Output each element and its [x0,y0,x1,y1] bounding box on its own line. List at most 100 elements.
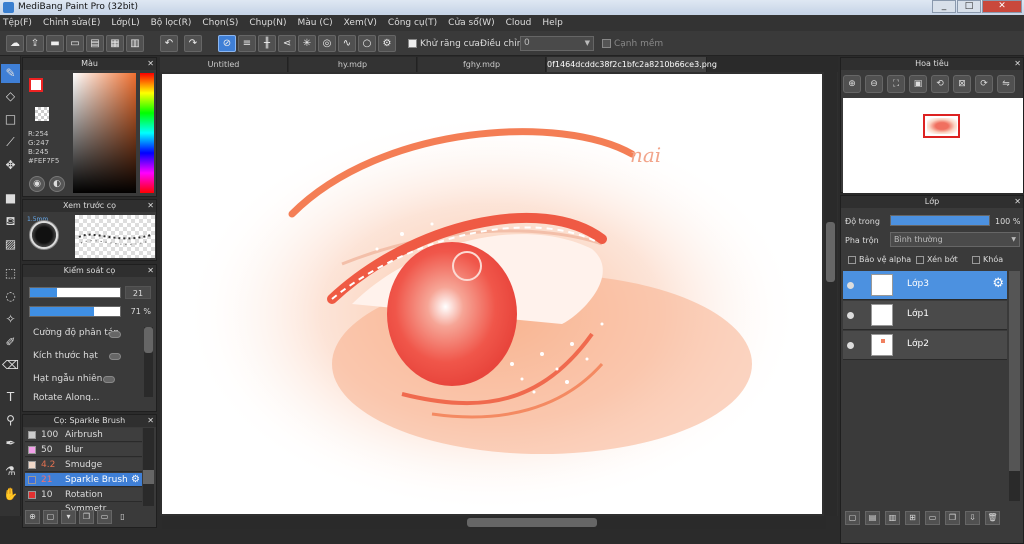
control-scrollbar[interactable] [144,327,153,397]
navigator-thumbnail[interactable] [843,98,1023,193]
brush-copy-icon[interactable]: ❐ [79,510,94,524]
folder-icon[interactable]: ▭ [97,510,112,524]
edge-checkbox[interactable] [602,39,611,48]
correction-select[interactable]: 0 ▼ [520,36,594,51]
no-snap-icon[interactable]: ⊘ [218,35,236,52]
canvas-area[interactable]: nai [160,72,838,516]
settings-icon[interactable]: ⚙ [378,35,396,52]
cloud-icon[interactable]: ☁ [6,35,24,52]
control-scroll-thumb[interactable] [144,327,153,353]
redo-icon[interactable]: ↷ [184,35,202,52]
brush-scrollbar[interactable] [143,428,154,506]
tab-fghy[interactable]: fghy.mdp [418,57,546,72]
menu-select[interactable]: Chọn(S) [202,18,238,28]
color-wheel-icon[interactable]: ◐ [49,176,65,192]
saturation-value-picker[interactable] [73,73,136,193]
layer-scrollbar[interactable] [1009,271,1020,501]
select-pen-tool-icon[interactable]: ✐ [1,333,20,352]
add-brush-icon[interactable]: ⊕ [25,510,40,524]
brush-scroll-thumb[interactable] [143,470,154,484]
vanishing-snap-icon[interactable]: ⋖ [278,35,296,52]
export-icon[interactable]: ⇪ [26,35,44,52]
fit-icon[interactable]: ⛶ [887,75,905,93]
gear-icon[interactable]: ⚙ [131,473,140,487]
menu-window[interactable]: Cửa sổ(W) [448,18,494,28]
menu-layer[interactable]: Lớp(L) [111,18,139,28]
new-brush-icon[interactable]: ▢ [43,510,58,524]
parallel-snap-icon[interactable]: ≡ [238,35,256,52]
rotate-right-icon[interactable]: ⟳ [975,75,993,93]
rotate-left-icon[interactable]: ⟲ [931,75,949,93]
protect-alpha-checkbox[interactable] [848,256,856,264]
brush-size-value[interactable]: 21 [125,286,151,299]
foreground-color-swatch[interactable] [29,78,43,92]
menu-help[interactable]: Help [542,18,563,28]
duplicate-layer-icon[interactable]: ❐ [945,511,960,525]
move-tool-icon[interactable]: ✥ [1,156,20,175]
minimize-button[interactable]: _ [932,0,956,13]
brush-menu-icon[interactable]: ▾ [61,510,76,524]
actual-size-icon[interactable]: ▣ [909,75,927,93]
eraser-tool-icon[interactable]: ◇ [1,87,20,106]
flip-icon[interactable]: ⇋ [997,75,1015,93]
circle-snap-icon[interactable]: ◎ [318,35,336,52]
close-button[interactable]: ✕ [982,0,1022,13]
menu-tools[interactable]: Công cụ(T) [388,18,437,28]
cross-snap-icon[interactable]: ╫ [258,35,276,52]
tab-untitled[interactable]: Untitled [160,57,288,72]
panel-close-icon[interactable]: ✕ [1014,196,1021,208]
add-layer-menu-icon[interactable]: ⊞ [905,511,920,525]
menu-snap[interactable]: Chụp(N) [249,18,286,28]
reset-view-icon[interactable]: ⊠ [953,75,971,93]
pen-tool-icon[interactable]: ✒ [1,434,20,453]
tab-png[interactable]: 0f1464dcddc38f2c1bfc2a8210b66ce3.png [547,57,717,72]
panel-close-icon[interactable]: ✕ [147,200,154,212]
hand-tool-icon[interactable]: ✋ [1,485,20,504]
grid-icon[interactable]: ▦ [106,35,124,52]
eyedropper-tool-icon[interactable]: ⚗ [1,462,20,481]
divide-tool-icon[interactable]: ⚲ [1,411,20,430]
brush-item-selected[interactable]: 21 Sparkle Brush ⚙ [25,473,142,487]
viewport-indicator[interactable] [923,114,960,138]
brush-item[interactable]: 100 Airbrush [25,428,142,442]
panel-close-icon[interactable]: ✕ [147,58,154,70]
panel-close-icon[interactable]: ✕ [147,265,154,277]
antialias-checkbox[interactable] [408,39,417,48]
new-layer-1bit-icon[interactable]: ▥ [885,511,900,525]
lock-checkbox[interactable] [972,256,980,264]
scatter-strength-knob[interactable] [109,331,121,338]
comment-icon[interactable]: ▬ [46,35,64,52]
background-color-swatch[interactable] [35,107,49,121]
gear-icon[interactable]: ⚙ [992,276,1004,291]
shape-tool-icon[interactable]: □ [1,110,20,129]
brush-item[interactable]: 50 Blur [25,443,142,457]
fill-rect-tool-icon[interactable]: ■ [1,189,20,208]
layout-icon[interactable]: ▥ [126,35,144,52]
menu-filter[interactable]: Bộ lọc(R) [151,18,192,28]
page-icon[interactable]: ▤ [86,35,104,52]
vertical-scrollbar[interactable] [824,72,837,516]
menu-file[interactable]: Tệp(F) [3,18,32,28]
zoom-in-icon[interactable]: ⊕ [843,75,861,93]
visibility-icon[interactable] [847,282,854,289]
horizontal-scroll-thumb[interactable] [467,518,597,527]
undo-icon[interactable]: ↶ [160,35,178,52]
visibility-icon[interactable] [847,342,854,349]
brush-opacity-slider[interactable] [29,306,121,317]
brush-size-slider[interactable] [29,287,121,298]
clipping-checkbox[interactable] [916,256,924,264]
layer-row[interactable]: Lớp2 [843,331,1007,360]
layer-scroll-thumb[interactable] [1009,271,1020,471]
select-eraser-tool-icon[interactable]: ⌫ [1,356,20,375]
zoom-out-icon[interactable]: ⊖ [865,75,883,93]
chat-icon[interactable]: ▭ [66,35,84,52]
panel-close-icon[interactable]: ✕ [147,415,154,427]
bucket-tool-icon[interactable]: ⛾ [1,212,20,231]
horizontal-scrollbar[interactable] [162,516,826,529]
palette-icon[interactable]: ◉ [29,176,45,192]
new-layer-8bit-icon[interactable]: ▤ [865,511,880,525]
curve-snap-icon[interactable]: ∿ [338,35,356,52]
new-layer-icon[interactable]: ▢ [845,511,860,525]
panel-close-icon[interactable]: ✕ [1014,58,1021,70]
tab-hy[interactable]: hy.mdp [289,57,417,72]
